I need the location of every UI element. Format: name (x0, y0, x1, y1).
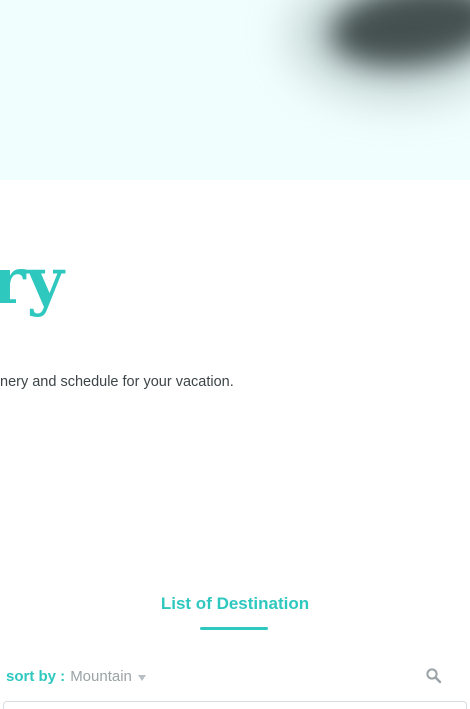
hero-tagline: nery and schedule for your vacation. (0, 374, 234, 390)
search-button[interactable] (425, 667, 443, 685)
caret-down-icon (137, 674, 146, 681)
sort-value: Mountain (70, 667, 132, 685)
title-underline (200, 627, 268, 630)
hero-banner (0, 0, 470, 180)
destination-list (3, 701, 467, 709)
hero-headline: ry (0, 244, 65, 319)
search-icon (426, 668, 442, 684)
page: ry nery and schedule for your vacation. … (0, 0, 470, 709)
sort-select[interactable]: Mountain (70, 668, 146, 685)
sort-bar: sort by : Mountain (6, 665, 146, 687)
destination-list-title: List of Destination (160, 594, 310, 613)
sort-label: sort by : (6, 667, 66, 685)
